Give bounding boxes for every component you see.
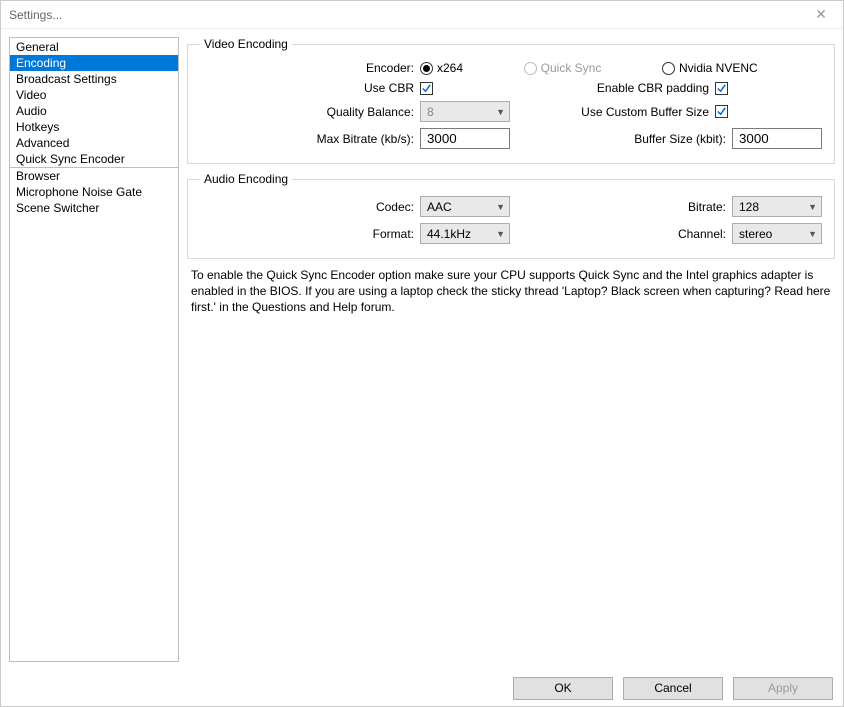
- encoder-radio-nvenc[interactable]: Nvidia NVENC: [662, 61, 758, 75]
- chevron-down-icon: ▼: [808, 202, 817, 212]
- chevron-down-icon: ▼: [496, 229, 505, 239]
- encoder-radio-x264[interactable]: x264: [420, 61, 463, 75]
- audio-encoding-group: Audio Encoding Codec: AAC ▼ Bitrate:: [187, 172, 835, 259]
- close-icon[interactable]: ✕: [807, 6, 835, 23]
- window-title: Settings...: [9, 8, 807, 22]
- video-encoding-legend: Video Encoding: [200, 37, 292, 51]
- sidebar-item-advanced[interactable]: Advanced: [10, 135, 178, 151]
- encoder-label: Encoder:: [200, 61, 420, 75]
- sidebar-item-browser[interactable]: Browser: [10, 168, 178, 184]
- sidebar-item-scene-switcher[interactable]: Scene Switcher: [10, 200, 178, 216]
- sidebar-item-general[interactable]: General: [10, 39, 178, 55]
- footer: OK Cancel Apply: [1, 670, 843, 706]
- buffer-size-input[interactable]: [732, 128, 822, 149]
- chevron-down-icon: ▼: [808, 229, 817, 239]
- encoder-radio-quicksync: Quick Sync: [524, 61, 602, 75]
- window-body: GeneralEncodingBroadcast SettingsVideoAu…: [1, 29, 843, 670]
- sidebar-item-encoding[interactable]: Encoding: [10, 55, 178, 71]
- sidebar-item-quick-sync-encoder[interactable]: Quick Sync Encoder: [10, 151, 178, 167]
- format-label: Format:: [200, 227, 420, 241]
- audio-bitrate-label: Bitrate:: [612, 200, 732, 214]
- video-encoding-group: Video Encoding Encoder: x264: [187, 37, 835, 164]
- sidebar-item-hotkeys[interactable]: Hotkeys: [10, 119, 178, 135]
- quality-balance-label: Quality Balance:: [200, 105, 420, 119]
- use-cbr-label: Use CBR: [200, 81, 420, 95]
- encoder-x264-label: x264: [437, 61, 463, 75]
- ok-button[interactable]: OK: [513, 677, 613, 700]
- format-combo[interactable]: 44.1kHz ▼: [420, 223, 510, 244]
- apply-button: Apply: [733, 677, 833, 700]
- encoder-quicksync-label: Quick Sync: [541, 61, 602, 75]
- info-text: To enable the Quick Sync Encoder option …: [187, 267, 835, 316]
- use-custom-buffer-checkbox[interactable]: [715, 105, 728, 118]
- channel-label: Channel:: [612, 227, 732, 241]
- quality-balance-combo: 8 ▼: [420, 101, 510, 122]
- titlebar: Settings... ✕: [1, 1, 843, 29]
- audio-encoding-legend: Audio Encoding: [200, 172, 292, 186]
- chevron-down-icon: ▼: [496, 202, 505, 212]
- settings-window: Settings... ✕ GeneralEncodingBroadcast S…: [0, 0, 844, 707]
- max-bitrate-label: Max Bitrate (kb/s):: [200, 132, 420, 146]
- chevron-down-icon: ▼: [496, 107, 505, 117]
- max-bitrate-input[interactable]: [420, 128, 510, 149]
- enable-cbr-padding-checkbox[interactable]: [715, 82, 728, 95]
- buffer-size-label: Buffer Size (kbit):: [634, 132, 732, 146]
- sidebar-item-microphone-noise-gate[interactable]: Microphone Noise Gate: [10, 184, 178, 200]
- sidebar: GeneralEncodingBroadcast SettingsVideoAu…: [9, 37, 179, 662]
- audio-bitrate-combo[interactable]: 128 ▼: [732, 196, 822, 217]
- sidebar-item-video[interactable]: Video: [10, 87, 178, 103]
- cancel-button[interactable]: Cancel: [623, 677, 723, 700]
- codec-label: Codec:: [200, 200, 420, 214]
- enable-cbr-padding-label: Enable CBR padding: [597, 81, 715, 95]
- encoder-nvenc-label: Nvidia NVENC: [679, 61, 758, 75]
- sidebar-item-broadcast-settings[interactable]: Broadcast Settings: [10, 71, 178, 87]
- use-cbr-checkbox[interactable]: [420, 82, 433, 95]
- codec-combo[interactable]: AAC ▼: [420, 196, 510, 217]
- channel-combo[interactable]: stereo ▼: [732, 223, 822, 244]
- sidebar-item-audio[interactable]: Audio: [10, 103, 178, 119]
- use-custom-buffer-label: Use Custom Buffer Size: [581, 105, 715, 119]
- main-panel: Video Encoding Encoder: x264: [187, 37, 835, 662]
